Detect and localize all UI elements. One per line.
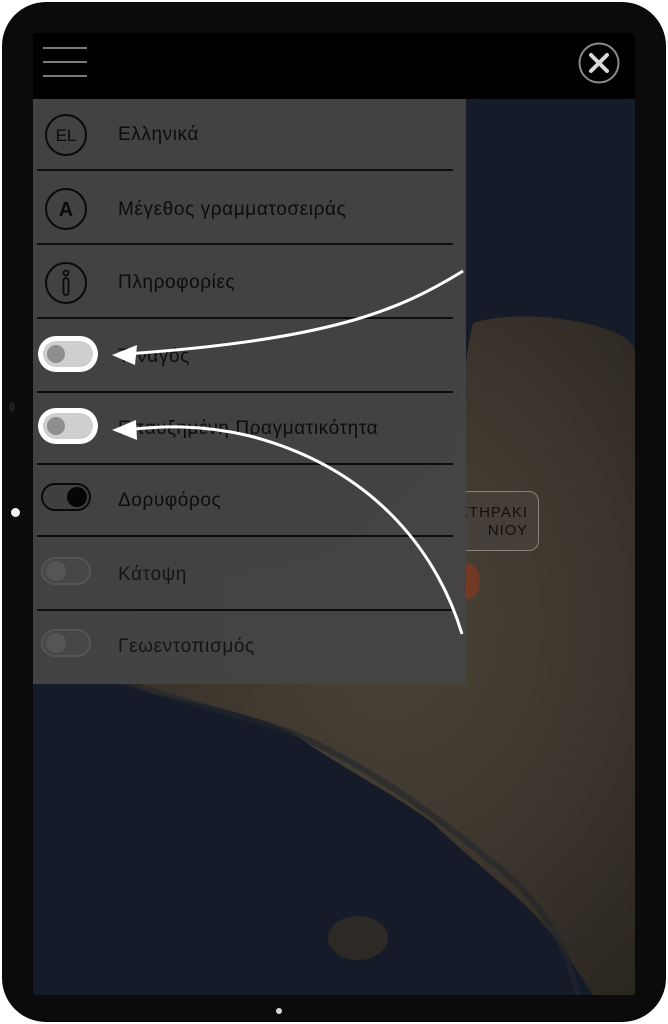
- close-icon[interactable]: [578, 42, 620, 84]
- menu-item-label: Τεναγός: [118, 346, 190, 367]
- svg-text:EL: EL: [56, 126, 77, 145]
- top-bar: [33, 33, 635, 99]
- hamburger-icon[interactable]: [43, 47, 87, 77]
- menu-item-floor-plan[interactable]: Κάτοψη: [37, 539, 453, 611]
- divider: [37, 317, 453, 319]
- tenagos-toggle[interactable]: [38, 336, 98, 372]
- toggle-knob: [46, 561, 66, 581]
- toggle-knob: [47, 417, 65, 435]
- menu-item-language[interactable]: EL Ελληνικά: [37, 99, 453, 171]
- menu-item-label: Γεωεντοπισμός: [118, 636, 255, 657]
- menu-item-satellite[interactable]: Δορυφόρος: [37, 465, 453, 537]
- satellite-toggle[interactable]: [41, 483, 91, 511]
- menu-item-tenagos[interactable]: Τεναγός: [37, 321, 453, 393]
- svg-text:A: A: [59, 199, 73, 221]
- toggle-knob: [46, 633, 66, 653]
- camera-dot: [11, 508, 20, 517]
- menu-item-augmented-reality[interactable]: Επαυξημένη Πραγματικότητα: [37, 393, 453, 465]
- geolocation-toggle[interactable]: [41, 629, 91, 657]
- info-icon: [44, 261, 88, 305]
- side-button: [9, 402, 15, 412]
- divider: [37, 535, 453, 537]
- menu-item-label: Πληροφορίες: [118, 272, 236, 293]
- menu-item-label: Επαυξημένη Πραγματικότητα: [118, 418, 379, 439]
- font-size-icon: A: [44, 187, 88, 231]
- menu-item-label: Ελληνικά: [118, 124, 200, 145]
- language-el-icon: EL: [44, 113, 88, 157]
- toggle-knob: [67, 486, 87, 507]
- menu-item-label: Μέγεθος γραμματοσειράς: [118, 199, 347, 220]
- divider: [37, 169, 453, 171]
- menu-item-font-size[interactable]: A Μέγεθος γραμματοσειράς: [37, 173, 453, 245]
- floor-plan-toggle[interactable]: [41, 557, 91, 585]
- home-indicator: [276, 1008, 282, 1014]
- side-menu: EL Ελληνικά A Μέγεθος γραμματοσειράς Πλη…: [33, 99, 466, 684]
- app-screen: ΠΗΓΗ ΣΤΗΡΑΚΙ ΝΙΟΥ EL Ελληνικά A Μέγεθος …: [33, 33, 635, 995]
- menu-item-label: Κάτοψη: [118, 564, 187, 585]
- toggle-knob: [47, 345, 65, 363]
- divider: [37, 243, 453, 245]
- menu-item-label: Δορυφόρος: [118, 490, 222, 511]
- augmented-reality-toggle[interactable]: [38, 408, 98, 444]
- menu-item-info[interactable]: Πληροφορίες: [37, 247, 453, 319]
- menu-item-geolocation[interactable]: Γεωεντοπισμός: [37, 611, 453, 683]
